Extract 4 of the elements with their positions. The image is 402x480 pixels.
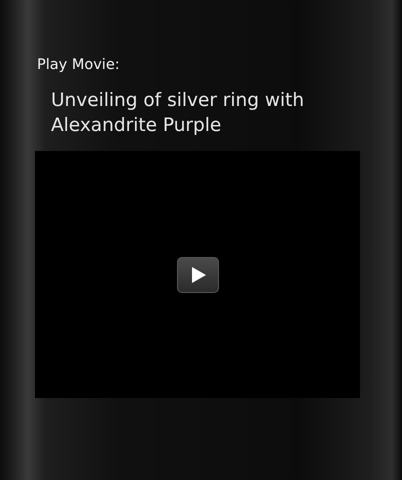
section-heading: Play Movie: — [37, 57, 120, 73]
play-icon — [191, 266, 207, 284]
video-title: Unveiling of silver ring with Alexandrite Purple — [51, 89, 306, 138]
play-button[interactable] — [176, 256, 218, 292]
